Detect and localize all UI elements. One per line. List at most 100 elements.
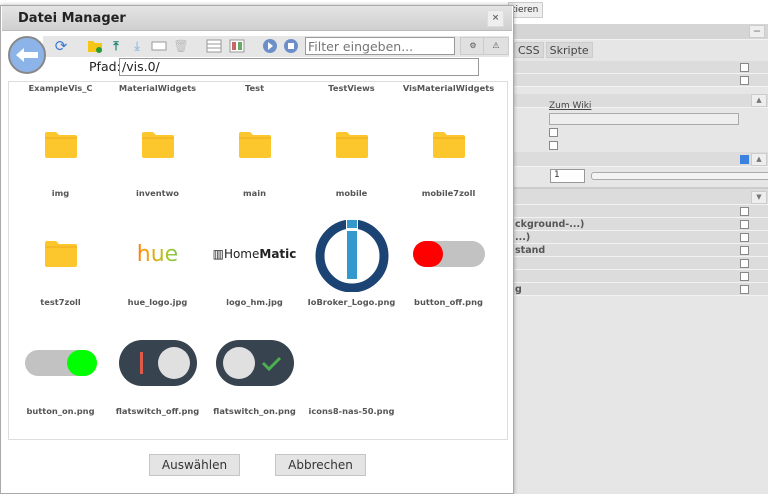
dialog-title: Datei Manager × <box>2 6 512 31</box>
folder-item[interactable]: mobile7zoll <box>400 97 497 205</box>
checkbox[interactable] <box>549 141 558 150</box>
background-properties-panel: — CSS Skripte ▲ Zum Wiki ▲ 1 ▼ ckground-… <box>513 24 768 494</box>
checkbox[interactable] <box>740 207 749 216</box>
item-name: main <box>243 188 266 198</box>
checkbox[interactable] <box>740 259 749 268</box>
tab-css[interactable]: CSS <box>514 42 544 58</box>
item-name: inventwo <box>135 188 180 198</box>
folder-icon <box>206 105 303 185</box>
stop-icon[interactable] <box>283 38 299 54</box>
upload-icon[interactable]: ⤒ <box>108 38 124 54</box>
folder-item[interactable]: inventwo <box>109 97 206 205</box>
folder-item[interactable]: img <box>12 97 109 205</box>
refresh-icon[interactable]: ⟳ <box>53 37 69 55</box>
rename-icon[interactable] <box>151 38 167 54</box>
number-input[interactable]: 1 <box>550 169 585 183</box>
homematic-logo: ▥HomeMatic <box>212 247 297 261</box>
toolbar: ⟳ ⤒ ⤓ 🗑 ⚙ ⚠ <box>43 36 509 57</box>
back-button[interactable] <box>8 36 46 74</box>
icon-view-icon[interactable] <box>229 38 245 54</box>
row-label: stand <box>515 245 546 256</box>
item-name: mobile <box>335 188 368 198</box>
file-manager-dialog: Datei Manager × ⟳ ⤒ ⤓ 🗑 ⚙ ⚠ Pfad: /vis.0… <box>0 5 514 494</box>
dialog-title-text: Datei Manager <box>18 11 126 26</box>
folder-item[interactable]: mobile <box>303 97 400 205</box>
collapse-button[interactable]: ▲ <box>751 94 767 107</box>
item-name: icons8-nas-50.png <box>308 406 395 416</box>
delete-icon[interactable]: 🗑 <box>173 38 189 54</box>
item-name: flatswitch_off.png <box>115 406 200 416</box>
arrow-left-icon <box>16 48 38 62</box>
slider[interactable] <box>591 172 768 180</box>
new-folder-icon[interactable] <box>87 38 103 54</box>
file-item[interactable]: button_off.png <box>400 206 497 314</box>
checkbox[interactable] <box>740 246 749 255</box>
row-label: ckground-...) <box>515 219 585 230</box>
panel-header: — <box>514 24 768 40</box>
path-input[interactable]: /vis.0/ <box>119 58 479 76</box>
select-button[interactable]: Auswählen <box>149 454 240 476</box>
file-item[interactable]: IoBroker_Logo.png <box>303 206 400 314</box>
folder-item[interactable]: main <box>206 97 303 205</box>
folder-icon <box>12 105 109 185</box>
item-name: mobile7zoll <box>421 188 476 198</box>
file-item[interactable]: icons8-nas-50.png <box>303 315 400 423</box>
checkbox[interactable] <box>740 220 749 229</box>
file-item[interactable]: flatswitch_off.png <box>109 315 206 423</box>
item-name: ExampleVis_C <box>28 83 93 93</box>
item-name: button_off.png <box>414 297 483 307</box>
list-view-icon[interactable] <box>206 38 222 54</box>
item-name: TestViews <box>328 83 375 93</box>
flat-off-thumbnail <box>109 323 206 403</box>
checkbox[interactable] <box>740 76 749 85</box>
cancel-button[interactable]: Abbrechen <box>275 454 366 476</box>
iobroker-thumbnail <box>303 214 400 294</box>
item-name: VisMaterialWidgets <box>402 83 495 93</box>
homematic-thumbnail: ▥HomeMatic <box>206 214 303 294</box>
checkbox[interactable] <box>549 128 558 137</box>
checkbox[interactable] <box>740 285 749 294</box>
hue-thumbnail: hue <box>109 214 206 294</box>
toggle-red-thumbnail <box>400 214 497 294</box>
item-name: Test <box>244 83 265 93</box>
checkbox[interactable] <box>740 63 749 72</box>
item-name: hue_logo.jpg <box>127 297 188 307</box>
item-name: img <box>51 188 70 198</box>
close-button[interactable]: × <box>487 10 504 27</box>
tab-bar: CSS Skripte <box>514 42 595 58</box>
item-name: IoBroker_Logo.png <box>307 297 396 307</box>
item-name: test7zoll <box>40 297 81 307</box>
file-item[interactable]: hue hue_logo.jpg <box>109 206 206 314</box>
checkbox[interactable] <box>740 233 749 242</box>
file-grid: ExampleVis_C MaterialWidgets Test TestViews… <box>8 81 508 440</box>
text-input[interactable] <box>549 113 739 125</box>
filter-input[interactable] <box>305 37 455 55</box>
none-thumbnail <box>303 323 400 403</box>
file-item[interactable]: ▥HomeMatic logo_hm.jpg <box>206 206 303 314</box>
folder-item[interactable]: test7zoll <box>12 206 109 314</box>
checkbox[interactable] <box>740 272 749 281</box>
hue-logo: hue <box>119 232 197 277</box>
tab-skripte[interactable]: Skripte <box>545 42 593 58</box>
file-item[interactable]: flatswitch_on.png <box>206 315 303 423</box>
row-label: ...) <box>515 232 531 243</box>
toggle-green-thumbnail <box>12 323 109 403</box>
wiki-link[interactable]: Zum Wiki <box>549 101 591 111</box>
warning-button[interactable]: ⚠ <box>483 37 509 55</box>
folder-icon <box>303 105 400 185</box>
checkbox-checked[interactable] <box>740 155 749 164</box>
row-label: g <box>515 284 522 295</box>
item-name: MaterialWidgets <box>118 83 197 93</box>
item-name: button_on.png <box>26 406 95 416</box>
collapse-button[interactable]: ▲ <box>751 153 767 166</box>
item-name: logo_hm.jpg <box>226 297 283 307</box>
download-icon[interactable]: ⤓ <box>129 38 145 54</box>
folder-icon <box>109 105 206 185</box>
flat-on-thumbnail <box>206 323 303 403</box>
play-icon[interactable] <box>262 38 278 54</box>
file-item[interactable]: button_on.png <box>12 315 109 423</box>
folder-icon <box>400 105 497 185</box>
minimize-button[interactable]: — <box>749 25 765 38</box>
expand-button[interactable]: ▼ <box>751 191 767 204</box>
item-name: flatswitch_on.png <box>213 406 296 416</box>
